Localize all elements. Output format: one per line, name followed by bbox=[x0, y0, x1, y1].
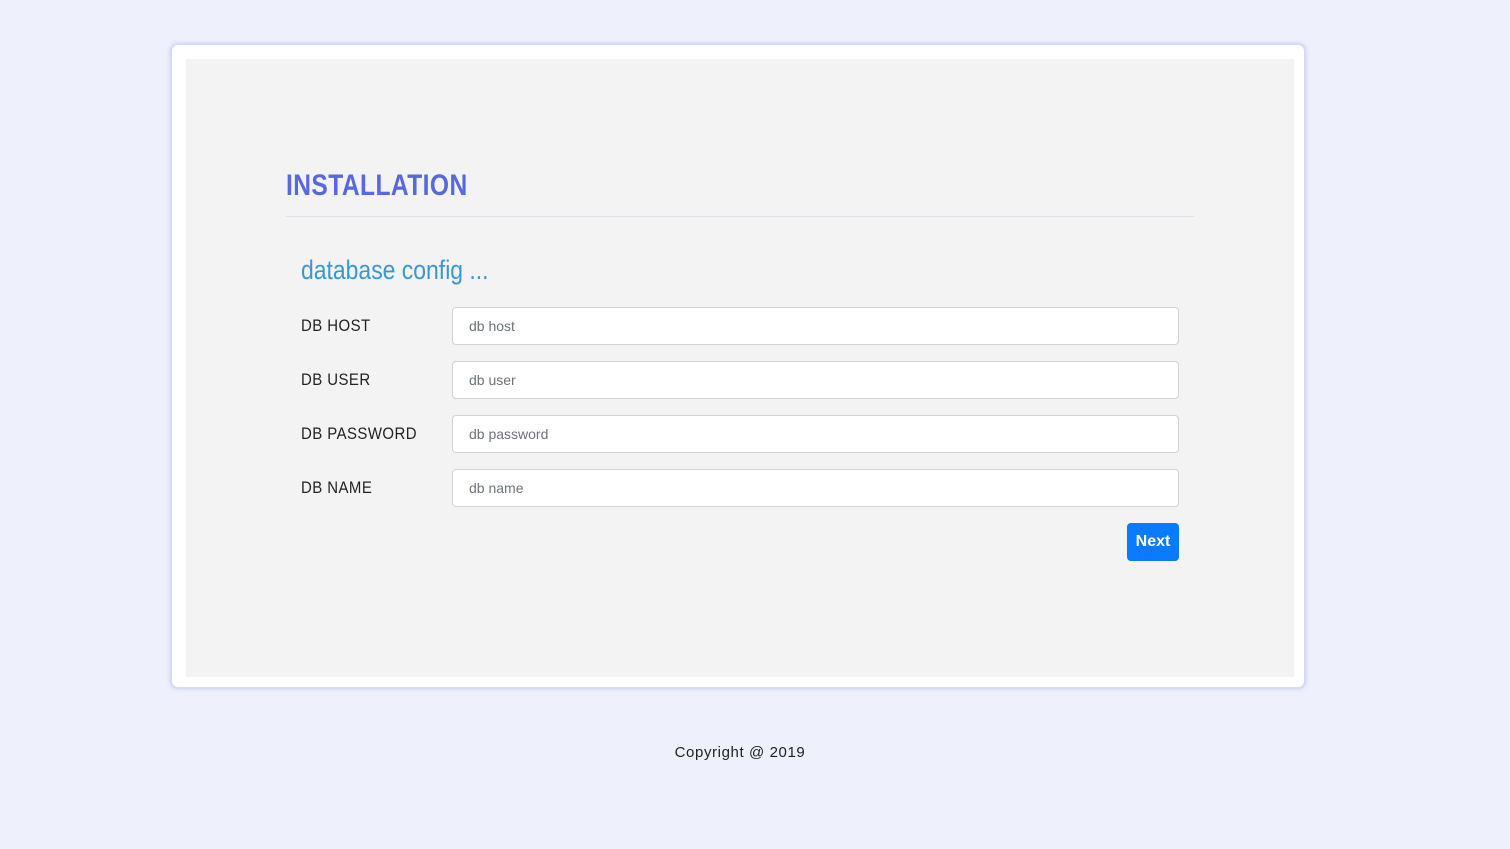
db-host-label: DB HOST bbox=[301, 316, 371, 335]
db-name-label: DB NAME bbox=[301, 478, 373, 497]
title-divider bbox=[286, 216, 1194, 217]
db-user-input[interactable] bbox=[452, 361, 1179, 399]
page-title: INSTALLATION bbox=[286, 169, 468, 202]
db-name-row: DB NAME bbox=[301, 469, 1179, 507]
db-user-row: DB USER bbox=[301, 361, 1179, 399]
install-card: INSTALLATION database config ... DB HOST… bbox=[170, 43, 1306, 689]
db-user-label: DB USER bbox=[301, 370, 371, 389]
install-panel: INSTALLATION database config ... DB HOST… bbox=[186, 59, 1294, 677]
db-password-label: DB PASSWORD bbox=[301, 424, 417, 443]
db-password-input[interactable] bbox=[452, 415, 1179, 453]
section-subtitle: database config ... bbox=[301, 255, 489, 285]
db-host-input[interactable] bbox=[452, 307, 1179, 345]
db-host-row: DB HOST bbox=[301, 307, 1179, 345]
copyright-footer: Copyright @ 2019 bbox=[674, 744, 806, 761]
db-name-input[interactable] bbox=[452, 469, 1179, 507]
next-button[interactable]: Next bbox=[1127, 523, 1179, 561]
db-password-row: DB PASSWORD bbox=[301, 415, 1179, 453]
